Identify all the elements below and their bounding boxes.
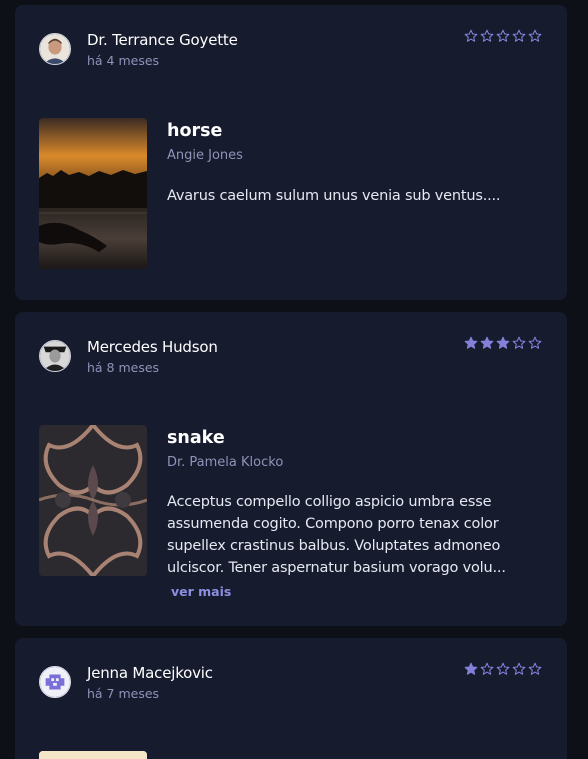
star-empty-icon	[480, 29, 494, 43]
user-avatar[interactable]	[39, 340, 71, 372]
book-author: Dr. Pamela Klocko	[167, 455, 284, 470]
user-avatar[interactable]	[39, 666, 71, 698]
star-empty-icon	[512, 336, 526, 350]
star-empty-icon	[496, 662, 510, 676]
star-filled-icon	[480, 336, 494, 350]
star-empty-icon	[512, 662, 526, 676]
reviewer-name[interactable]: Mercedes Hudson	[87, 338, 218, 356]
star-empty-icon	[496, 29, 510, 43]
review-time: há 8 meses	[87, 360, 160, 375]
book-cover[interactable]	[39, 425, 147, 576]
star-empty-icon	[480, 662, 494, 676]
rating-stars	[464, 336, 542, 350]
user-avatar[interactable]	[39, 33, 71, 65]
star-filled-icon	[496, 336, 510, 350]
book-cover[interactable]	[39, 118, 147, 269]
read-more-link[interactable]: ver mais	[171, 584, 231, 599]
star-empty-icon	[512, 29, 526, 43]
reviewer-name[interactable]: Dr. Terrance Goyette	[87, 31, 238, 49]
star-empty-icon	[528, 662, 542, 676]
review-text: Avarus caelum sulum unus venia sub ventu…	[167, 188, 501, 204]
review-time: há 4 meses	[87, 53, 160, 68]
rating-stars	[464, 29, 542, 43]
review-text: Acceptus compello colligo aspicio umbra …	[167, 494, 506, 576]
rating-stars	[464, 662, 542, 676]
book-title[interactable]: snake	[167, 428, 225, 448]
star-empty-icon	[528, 29, 542, 43]
star-empty-icon	[464, 29, 478, 43]
star-empty-icon	[528, 336, 542, 350]
star-filled-icon	[464, 336, 478, 350]
reviewer-name[interactable]: Jenna Macejkovic	[87, 664, 213, 682]
review-card: Dr. Terrance Goyette há 4 meses horse An…	[15, 5, 567, 300]
book-author: Angie Jones	[167, 148, 243, 163]
review-card: Mercedes Hudson há 8 meses snake Dr. Pam…	[15, 312, 567, 626]
review-card: Jenna Macejkovic há 7 meses	[15, 638, 567, 759]
book-cover[interactable]	[39, 751, 147, 759]
book-title[interactable]: horse	[167, 121, 222, 141]
star-filled-icon	[464, 662, 478, 676]
review-time: há 7 meses	[87, 686, 160, 701]
